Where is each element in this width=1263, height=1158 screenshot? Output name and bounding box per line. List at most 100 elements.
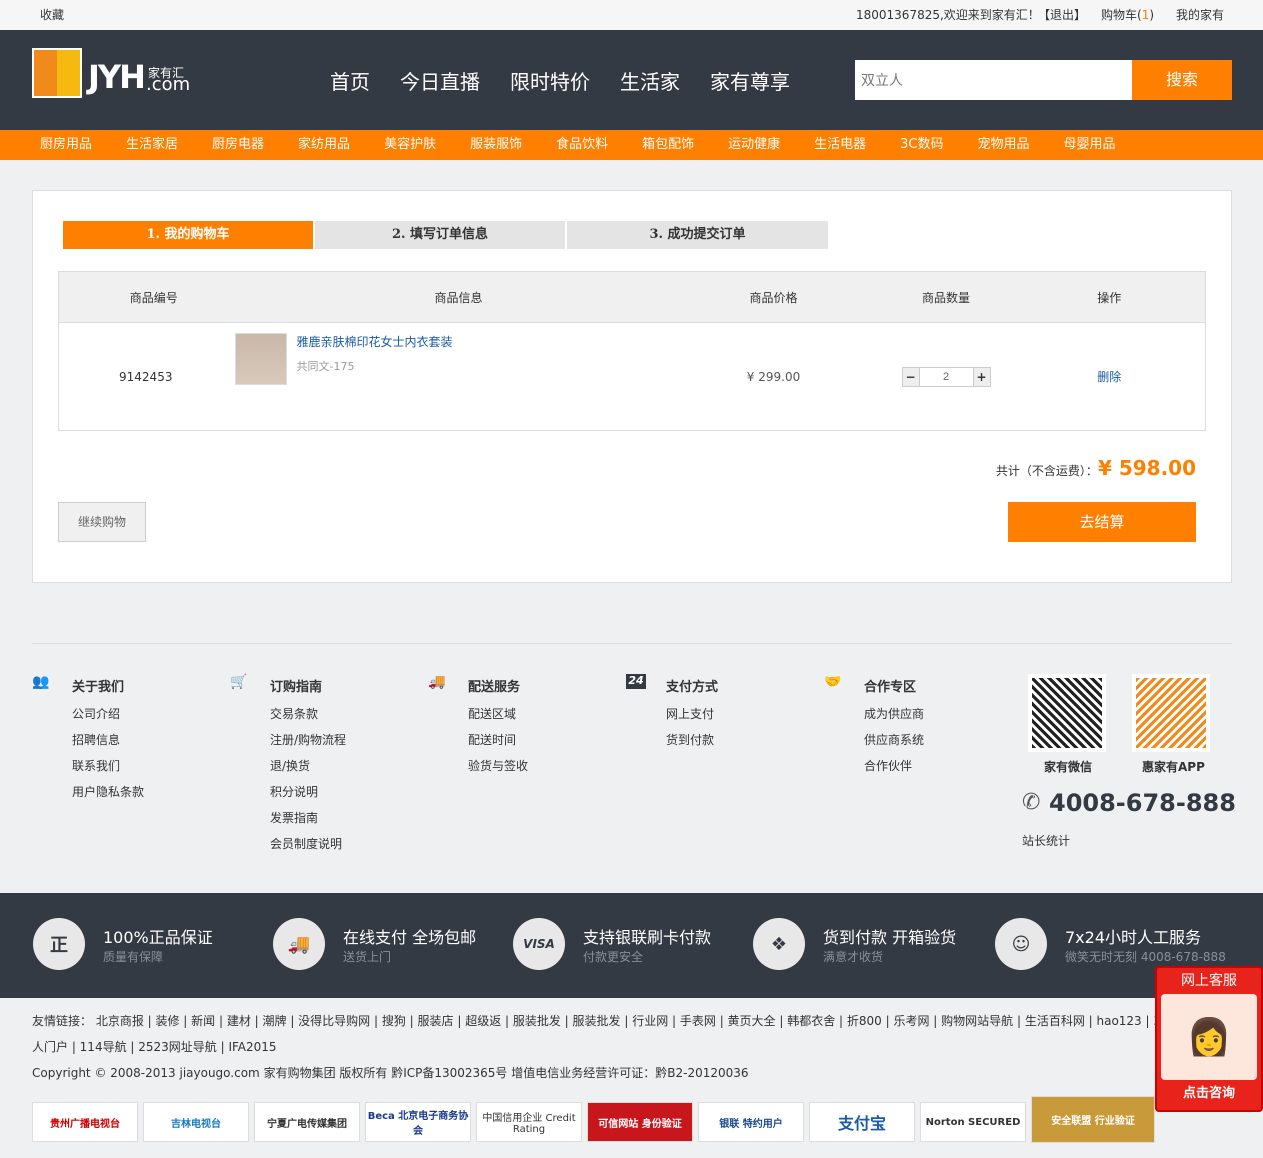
service-strip: 正 100%正品保证 质量有保障 🚚 在线支付 全场包邮 送货上门 VISA 支持银联刷卡… bbox=[0, 893, 1263, 998]
service-sub: 质量有保障 bbox=[103, 949, 164, 964]
category-item[interactable]: 母婴用品 bbox=[1064, 130, 1116, 160]
footer-link[interactable]: 公司介绍 bbox=[72, 701, 144, 727]
footer-link[interactable]: 用户隐私条款 bbox=[72, 779, 144, 805]
category-item[interactable]: 家纺用品 bbox=[298, 130, 350, 160]
quantity-input[interactable] bbox=[918, 367, 974, 386]
checkout-button[interactable]: 去结算 bbox=[1008, 502, 1196, 542]
quantity-stepper: −+ bbox=[901, 366, 991, 387]
nav-life[interactable]: 生活家 bbox=[620, 66, 680, 95]
logout-link[interactable]: 【退出】 bbox=[1038, 0, 1086, 30]
footer-link[interactable]: 退/换货 bbox=[270, 753, 346, 779]
top-bar: 收藏 18001367825,欢迎来到家有汇！ 【退出】 购物车(1) 我的家有 bbox=[0, 0, 1263, 30]
headset-icon: ☺ bbox=[995, 918, 1047, 970]
24h-icon: 24 bbox=[626, 674, 646, 689]
friend-links-2[interactable]: 人门户 | 114导航 | 2523网址导航 | IFA2015 bbox=[32, 1039, 277, 1055]
plus-button[interactable]: + bbox=[973, 367, 990, 386]
footer-link[interactable]: 配送时间 bbox=[468, 727, 528, 753]
footer-link[interactable]: 成为供应商 bbox=[864, 701, 924, 727]
logo-text: JYH bbox=[88, 58, 146, 96]
footer-link[interactable]: 注册/购物流程 bbox=[270, 727, 346, 753]
table-header: 商品编号 商品信息 商品价格 商品数量 操作 bbox=[58, 271, 1206, 323]
footer-col-delivery: 🚚 配送服务 配送区域 配送时间 验货与签收 bbox=[428, 674, 528, 779]
consult-button[interactable]: 点击咨询 bbox=[1157, 1080, 1261, 1108]
hotline-number: 4008-678-888 bbox=[1049, 789, 1236, 817]
delete-link[interactable]: 删除 bbox=[1014, 323, 1206, 431]
column-title: 关于我们 bbox=[72, 680, 125, 695]
product-name-link[interactable]: 雅鹿亲肤棉印花女士内衣套装 bbox=[297, 333, 453, 350]
stats-link[interactable]: 站长统计 bbox=[1022, 832, 1070, 849]
badge-trusted-site[interactable]: 可信网站 身份验证 bbox=[587, 1102, 693, 1142]
badge-jilin-tv[interactable]: 吉林电视台 bbox=[143, 1102, 249, 1142]
badge-credit-rating[interactable]: 中国信用企业 Credit Rating bbox=[476, 1102, 582, 1142]
badge-security-alliance[interactable]: 安全联盟 行业验证 bbox=[1031, 1096, 1155, 1143]
item-id: 9142453 bbox=[119, 369, 173, 384]
badge-ningxia[interactable]: 宁夏广电传媒集团 bbox=[254, 1102, 360, 1142]
logo-icon[interactable] bbox=[32, 48, 82, 98]
step-2: 2. 填写订单信息 bbox=[315, 221, 565, 249]
service-cod: ❖ 货到付款 开箱验货 满意才收货 bbox=[753, 918, 956, 970]
footer-link[interactable]: 交易条款 bbox=[270, 701, 346, 727]
service-title: 100%正品保证 bbox=[103, 927, 213, 947]
online-service-widget[interactable]: 网上客服 👩 点击咨询 bbox=[1155, 966, 1263, 1112]
footer-link[interactable]: 合作伙伴 bbox=[864, 753, 924, 779]
footer-link[interactable]: 联系我们 bbox=[72, 753, 144, 779]
product-thumbnail[interactable] bbox=[234, 333, 287, 385]
footer-link[interactable]: 货到付款 bbox=[666, 727, 718, 753]
footer-link[interactable]: 验货与签收 bbox=[468, 753, 528, 779]
footer-link[interactable]: 配送区域 bbox=[468, 701, 528, 727]
logo-domain: .com bbox=[146, 74, 191, 95]
badge-guizhou-tv[interactable]: 贵州广播电视台 bbox=[32, 1102, 138, 1142]
footer-link[interactable]: 网上支付 bbox=[666, 701, 718, 727]
search-input[interactable] bbox=[855, 60, 1132, 100]
wechat-qr-code bbox=[1028, 674, 1106, 752]
footer-link[interactable]: 积分说明 bbox=[270, 779, 346, 805]
column-title: 订购指南 bbox=[270, 680, 323, 695]
footer-link[interactable]: 发票指南 bbox=[270, 805, 346, 831]
col-action: 操作 bbox=[1013, 271, 1206, 323]
total-label: 共计（不含运费）： bbox=[995, 464, 1098, 478]
step-1: 1. 我的购物车 bbox=[63, 221, 313, 249]
category-item[interactable]: 美容护肤 bbox=[384, 130, 436, 160]
item-price: ¥ 299.00 bbox=[746, 369, 801, 384]
category-item[interactable]: 厨房电器 bbox=[212, 130, 264, 160]
continue-shopping-button[interactable]: 继续购物 bbox=[58, 502, 146, 542]
truck-icon: 🚚 bbox=[428, 674, 446, 690]
category-item[interactable]: 食品饮料 bbox=[556, 130, 608, 160]
category-item[interactable]: 运动健康 bbox=[728, 130, 780, 160]
minus-button[interactable]: − bbox=[902, 367, 919, 386]
product-spec: 共同文-175 bbox=[296, 360, 355, 373]
footer-col-about: 👥 关于我们 公司介绍 招聘信息 联系我们 用户隐私条款 bbox=[32, 674, 144, 805]
favorite-link[interactable]: 收藏 bbox=[40, 0, 64, 30]
nav-vip[interactable]: 家有尊享 bbox=[710, 66, 790, 95]
service-support: ☺ 7x24小时人工服务 微笑无时无刻 4008-678-888 bbox=[995, 918, 1226, 970]
footer-link[interactable]: 招聘信息 bbox=[72, 727, 144, 753]
category-nav: 厨房用品 生活家居 厨房电器 家纺用品 美容护肤 服装服饰 食品饮料 箱包配饰 … bbox=[0, 130, 1263, 160]
cart-link[interactable]: 购物车(1) bbox=[1101, 0, 1154, 30]
column-title: 支付方式 bbox=[666, 680, 719, 695]
footer-link[interactable]: 供应商系统 bbox=[864, 727, 924, 753]
search-button[interactable]: 搜索 bbox=[1132, 60, 1232, 100]
service-title: 7x24小时人工服务 bbox=[1065, 927, 1202, 947]
category-item[interactable]: 生活电器 bbox=[814, 130, 866, 160]
friend-links[interactable]: 友情链接： 北京商报 | 装修 | 新闻 | 建材 | 潮牌 | 没得比导购网 … bbox=[32, 1013, 1162, 1029]
category-item[interactable]: 3C数码 bbox=[900, 130, 943, 160]
service-title: 货到付款 开箱验货 bbox=[823, 927, 957, 947]
my-account-link[interactable]: 我的家有 bbox=[1176, 0, 1224, 30]
category-item[interactable]: 箱包配饰 bbox=[642, 130, 694, 160]
nav-home[interactable]: 首页 bbox=[330, 66, 370, 95]
category-item[interactable]: 宠物用品 bbox=[978, 130, 1030, 160]
category-item[interactable]: 生活家居 bbox=[126, 130, 178, 160]
copyright: Copyright © 2008-2013 jiayougo.com 家有购物集… bbox=[32, 1066, 749, 1080]
col-info: 商品信息 bbox=[248, 271, 669, 323]
category-item[interactable]: 服装服饰 bbox=[470, 130, 522, 160]
footer-link[interactable]: 会员制度说明 bbox=[270, 831, 346, 857]
badge-alipay[interactable]: 支付宝 bbox=[809, 1102, 915, 1142]
nav-sale[interactable]: 限时特价 bbox=[510, 66, 590, 95]
category-item[interactable]: 厨房用品 bbox=[40, 130, 92, 160]
badge-norton[interactable]: Norton SECURED bbox=[920, 1102, 1026, 1142]
agent-avatar: 👩 bbox=[1161, 994, 1257, 1080]
badge-beca[interactable]: Beca 北京电子商务协会 bbox=[365, 1102, 471, 1142]
badge-unionpay[interactable]: 银联 特约用户 bbox=[698, 1102, 804, 1142]
nav-live[interactable]: 今日直播 bbox=[400, 66, 480, 95]
cart-close: ) bbox=[1149, 8, 1155, 22]
